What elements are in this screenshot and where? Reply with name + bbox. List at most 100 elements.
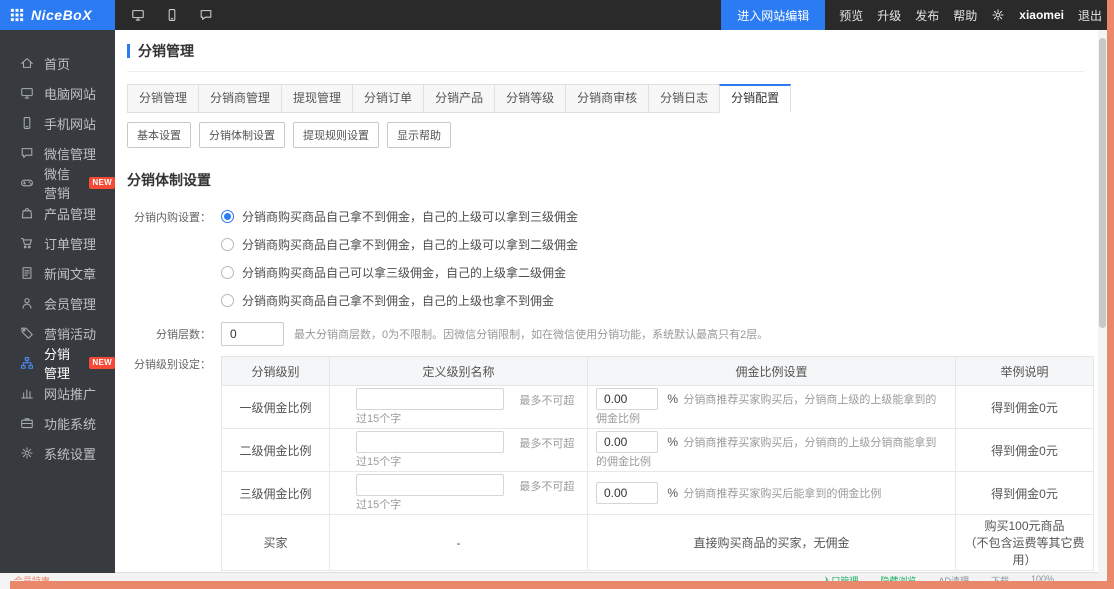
rate-cell: % 分销商推荐买家购买后，分销商上级的上级能拿到的佣金比例 [588, 386, 956, 429]
phone-icon [20, 116, 34, 130]
buyer-desc-cell: 直接购买商品的买家，无佣金 [588, 515, 956, 571]
sidebar-item-label: 订单管理 [44, 234, 96, 253]
sidebar-item-gear[interactable]: 系统设置 [0, 438, 115, 468]
tab-2[interactable]: 分销商管理 [198, 84, 282, 113]
chart-icon [20, 386, 34, 400]
sidebar-item-home[interactable]: 首页 [0, 48, 115, 78]
radio-button-icon[interactable] [221, 294, 234, 307]
topbar-link-3[interactable]: 发布 [915, 7, 939, 24]
level-name-input-1[interactable] [356, 388, 504, 410]
tab-8[interactable]: 分销日志 [648, 84, 720, 113]
table-header: 分销级别 [222, 357, 330, 386]
username[interactable]: xiaomei [1019, 8, 1064, 22]
radio-option-3[interactable]: 分销商购买商品自己可以拿三级佣金，自己的上级拿二级佣金 [221, 258, 578, 286]
topbar-link-4[interactable]: 帮助 [953, 7, 977, 24]
level-cell: 三级佣金比例 [222, 472, 330, 515]
table-header: 佣金比例设置 [588, 357, 956, 386]
sidebar-item-user[interactable]: 会员管理 [0, 288, 115, 318]
rate-input-1[interactable] [596, 388, 658, 410]
radio-button-icon[interactable] [221, 238, 234, 251]
monitor-icon[interactable] [131, 8, 145, 22]
sidebar-item-briefcase[interactable]: 功能系统 [0, 408, 115, 438]
example-cell: 得到佣金0元 [956, 429, 1094, 472]
radio-option-2[interactable]: 分销商购买商品自己拿不到佣金，自己的上级可以拿到二级佣金 [221, 230, 578, 258]
new-badge: NEW [89, 177, 115, 189]
level-setting-label: 分销级别设定： [127, 356, 211, 571]
commission-level-row: 三级佣金比例 最多不可超过15个字 % 分销商推荐买家购买后能拿到的佣金比例 得… [222, 472, 1094, 515]
phone-icon[interactable] [165, 8, 179, 22]
sidebar-item-phone[interactable]: 手机网站 [0, 108, 115, 138]
user-icon [20, 296, 34, 310]
commission-levels-table: 分销级别定义级别名称佣金比例设置举例说明 一级佣金比例 最多不可超过15个字 %… [221, 356, 1094, 571]
topbar-link-2[interactable]: 升级 [877, 7, 901, 24]
main-content: 分销管理 分销管理分销商管理提现管理分销订单分销产品分销等级分销商审核分销日志分… [115, 30, 1098, 573]
vertical-scrollbar[interactable] [1098, 30, 1107, 589]
sub-button-2[interactable]: 分销体制设置 [199, 122, 285, 148]
sidebar-item-doc[interactable]: 新闻文章 [0, 258, 115, 288]
commission-level-row: 一级佣金比例 最多不可超过15个字 % 分销商推荐买家购买后，分销商上级的上级能… [222, 386, 1094, 429]
radio-option-label: 分销商购买商品自己可以拿三级佣金，自己的上级拿二级佣金 [242, 264, 566, 281]
tab-6[interactable]: 分销等级 [494, 84, 566, 113]
buyer-level-cell: 买家 [222, 515, 330, 571]
sidebar-item-chart[interactable]: 网站推广 [0, 378, 115, 408]
title-accent-bar [127, 44, 130, 58]
sidebar-item-label: 产品管理 [44, 204, 96, 223]
sidebar-item-monitor[interactable]: 电脑网站 [0, 78, 115, 108]
level-name-input-3[interactable] [356, 474, 504, 496]
tab-4[interactable]: 分销订单 [352, 84, 424, 113]
level-setting-row: 分销级别设定： 分销级别定义级别名称佣金比例设置举例说明 一级佣金比例 最多不可… [127, 356, 1084, 571]
name-cell: 最多不可超过15个字 [330, 472, 588, 515]
share-icon [20, 356, 34, 370]
new-badge: NEW [89, 357, 115, 369]
sidebar-item-cart[interactable]: 订单管理 [0, 228, 115, 258]
level-name-input-2[interactable] [356, 431, 504, 453]
page-title: 分销管理 [138, 41, 194, 61]
tag-icon [20, 326, 34, 340]
app-logo[interactable]: NiceBoX [0, 0, 115, 30]
tab-3[interactable]: 提现管理 [281, 84, 353, 113]
apps-grid-icon [10, 8, 24, 22]
sidebar: 首页 电脑网站 手机网站 微信管理 微信营销 NEW 产品管理 订单管理 新闻文… [0, 30, 115, 573]
sub-button-3[interactable]: 提现规则设置 [293, 122, 379, 148]
rate-input-2[interactable] [596, 431, 658, 453]
cart-icon [20, 236, 34, 250]
buyer-name-cell: - [330, 515, 588, 571]
scrollbar-thumb[interactable] [1099, 38, 1106, 328]
sidebar-item-share[interactable]: 分销管理 NEW [0, 348, 115, 378]
window-frame-bottom [10, 581, 1114, 589]
radio-option-4[interactable]: 分销商购买商品自己拿不到佣金，自己的上级也拿不到佣金 [221, 286, 578, 314]
table-header: 定义级别名称 [330, 357, 588, 386]
buyer-example-line2: （不包含运费等其它费用） [964, 534, 1085, 568]
internal-purchase-setting-row: 分销内购设置： 分销商购买商品自己拿不到佣金，自己的上级可以拿到三级佣金 分销商… [127, 202, 1084, 314]
commission-level-row: 二级佣金比例 最多不可超过15个字 % 分销商推荐买家购买后，分销商的上级分销商… [222, 429, 1094, 472]
radio-button-icon[interactable] [221, 266, 234, 279]
sidebar-item-gamepad[interactable]: 微信营销 NEW [0, 168, 115, 198]
sub-button-4[interactable]: 显示帮助 [387, 122, 451, 148]
levels-input[interactable] [221, 322, 284, 346]
tab-9[interactable]: 分销配置 [719, 84, 791, 113]
radio-button-icon[interactable] [221, 210, 234, 223]
radio-option-1[interactable]: 分销商购买商品自己拿不到佣金，自己的上级可以拿到三级佣金 [221, 202, 578, 230]
sidebar-item-label: 会员管理 [44, 294, 96, 313]
chat-icon[interactable] [199, 8, 213, 22]
sidebar-item-label: 手机网站 [44, 114, 96, 133]
tab-7[interactable]: 分销商审核 [565, 84, 649, 113]
tab-5[interactable]: 分销产品 [423, 84, 495, 113]
rate-input-3[interactable] [596, 482, 658, 504]
example-cell: 得到佣金0元 [956, 472, 1094, 515]
enter-site-edit-button[interactable]: 进入网站编辑 [721, 0, 825, 30]
tab-1[interactable]: 分销管理 [127, 84, 199, 113]
logout-link[interactable]: 退出 [1078, 7, 1102, 24]
gamepad-icon [20, 176, 34, 190]
sidebar-item-bag[interactable]: 产品管理 [0, 198, 115, 228]
sidebar-item-label: 微信营销 [44, 164, 79, 202]
topbar-link-1[interactable]: 预览 [839, 7, 863, 24]
radio-option-label: 分销商购买商品自己拿不到佣金，自己的上级也拿不到佣金 [242, 292, 554, 309]
sub-button-1[interactable]: 基本设置 [127, 122, 191, 148]
gear-icon [20, 446, 34, 460]
radio-option-label: 分销商购买商品自己拿不到佣金，自己的上级可以拿到三级佣金 [242, 208, 578, 225]
distribution-levels-row: 分销层数： 最大分销商层数，0为不限制。因微信分销限制，如在微信使用分销功能，系… [127, 322, 1084, 346]
settings-gear-icon[interactable] [991, 8, 1005, 22]
section-heading-distribution-system: 分销体制设置 [127, 170, 1084, 190]
divider [127, 71, 1084, 72]
